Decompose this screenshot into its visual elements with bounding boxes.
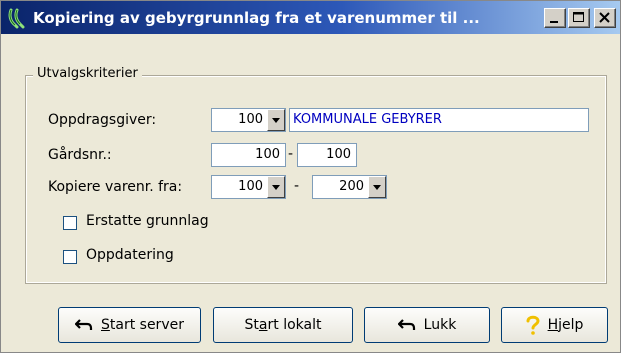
hjelp-label: Hjelp (547, 317, 584, 333)
chevron-down-icon (272, 184, 280, 190)
undo-arrow-icon (397, 318, 416, 332)
start-lokalt-label: Start lokalt (244, 317, 322, 333)
oppdatering-label: Oppdatering (86, 247, 174, 263)
maximize-button[interactable] (568, 8, 590, 28)
start-server-button[interactable]: Start server (58, 307, 201, 343)
gardsnr-label: Gårdsnr.: (48, 147, 112, 163)
chevron-down-icon (272, 117, 280, 123)
oppdragsgiver-select[interactable]: 100 (211, 108, 286, 132)
close-icon (599, 12, 610, 23)
maximize-icon (573, 12, 584, 22)
varenr-label: Kopiere varenr. fra: (48, 179, 183, 195)
criteria-legend: Utvalgskriterier (33, 66, 142, 81)
lukk-button[interactable]: Lukk (364, 307, 490, 343)
dropdown-button[interactable] (368, 176, 386, 198)
varenr-from-value: 100 (238, 179, 263, 194)
window-title: Kopiering av gebyrgrunnlag fra et varenu… (33, 8, 480, 27)
lukk-label: Lukk (423, 317, 457, 333)
minimize-button[interactable] (544, 8, 566, 28)
minimize-icon (550, 21, 558, 23)
hjelp-button[interactable]: Hjelp (501, 307, 608, 343)
question-mark-icon (526, 315, 540, 335)
varenr-from-select[interactable]: 100 (211, 175, 286, 199)
gardsnr-to-input[interactable]: 100 (297, 143, 357, 167)
gardsnr-from-input[interactable]: 100 (211, 143, 286, 167)
app-icon (7, 7, 29, 29)
erstatte-label: Erstatte grunnlag (86, 213, 209, 229)
start-server-label: Start server (101, 317, 184, 333)
varenr-to-select[interactable]: 200 (312, 175, 387, 199)
start-lokalt-button[interactable]: Start lokalt (213, 307, 353, 343)
oppdragsgiver-value: 100 (238, 112, 263, 127)
oppdragsgiver-name-field[interactable]: KOMMUNALE GEBYRER (289, 108, 589, 132)
close-button[interactable] (594, 8, 616, 28)
dropdown-button[interactable] (267, 176, 285, 198)
oppdragsgiver-label: Oppdragsgiver: (48, 112, 157, 128)
varenr-to-value: 200 (339, 179, 364, 194)
dialog-window: Kopiering av gebyrgrunnlag fra et varenu… (0, 0, 621, 353)
oppdatering-checkbox[interactable] (63, 250, 77, 264)
erstatte-checkbox[interactable] (63, 216, 77, 230)
chevron-down-icon (373, 184, 381, 190)
undo-arrow-icon (75, 318, 93, 332)
gardsnr-separator: - (288, 146, 294, 162)
dropdown-button[interactable] (267, 109, 285, 131)
varenr-separator: - (294, 178, 300, 194)
title-bar[interactable]: Kopiering av gebyrgrunnlag fra et varenu… (1, 1, 620, 34)
